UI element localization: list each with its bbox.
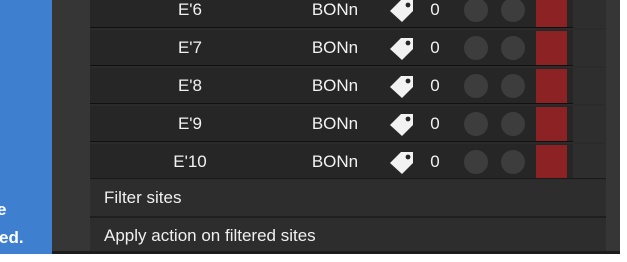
site-count: 0 <box>430 0 440 19</box>
screen: e ed. E'6 BONn 0 E'7 BONn 0 E'8 BONn 0 E… <box>0 0 627 262</box>
site-count: 0 <box>430 114 440 133</box>
table-row[interactable]: E'7 BONn 0 <box>90 30 606 66</box>
blue-panel-text-2: ed. <box>0 228 24 247</box>
site-count: 0 <box>430 38 440 57</box>
red-status-box[interactable] <box>536 31 567 65</box>
row-end-area <box>573 106 606 142</box>
row-end-area <box>573 0 606 28</box>
site-name: E'10 <box>173 152 207 171</box>
site-type: BONn <box>311 38 359 57</box>
table-row[interactable]: E'10 BONn 0 <box>90 144 606 180</box>
filter-sites-menu-item[interactable]: Filter sites <box>90 180 606 216</box>
tag-icon[interactable] <box>388 150 416 174</box>
status-circle-1[interactable] <box>464 150 488 174</box>
red-status-box[interactable] <box>536 69 567 103</box>
site-name: E'8 <box>177 76 203 95</box>
sites-panel: E'6 BONn 0 E'7 BONn 0 E'8 BONn 0 E'9 BON… <box>90 0 606 254</box>
tag-icon[interactable] <box>388 74 416 98</box>
left-gutter <box>52 0 90 254</box>
red-status-box[interactable] <box>536 0 567 27</box>
site-count: 0 <box>430 76 440 95</box>
status-circle-2[interactable] <box>501 150 525 174</box>
row-end-area <box>573 68 606 104</box>
site-name: E'9 <box>177 114 203 133</box>
site-type: BONn <box>311 152 359 171</box>
left-blue-panel: e ed. <box>0 0 52 254</box>
status-circle-2[interactable] <box>501 74 525 98</box>
row-end-area <box>573 144 606 180</box>
blue-panel-text-1: e <box>0 200 7 219</box>
bottom-strip <box>0 254 627 262</box>
site-name: E'7 <box>177 38 203 57</box>
tag-icon[interactable] <box>388 0 416 22</box>
status-circle-1[interactable] <box>464 112 488 136</box>
table-row[interactable]: E'6 BONn 0 <box>90 0 606 28</box>
site-type: BONn <box>311 76 359 95</box>
status-circle-1[interactable] <box>464 74 488 98</box>
status-circle-2[interactable] <box>501 36 525 60</box>
status-circle-2[interactable] <box>501 0 525 22</box>
site-count: 0 <box>430 152 440 171</box>
tag-icon[interactable] <box>388 112 416 136</box>
apply-action-menu-item[interactable]: Apply action on filtered sites <box>90 218 606 254</box>
red-status-box[interactable] <box>536 145 567 179</box>
site-type: BONn <box>311 0 359 19</box>
table-row[interactable]: E'8 BONn 0 <box>90 68 606 104</box>
right-gutter <box>606 0 620 254</box>
status-circle-1[interactable] <box>464 36 488 60</box>
status-circle-2[interactable] <box>501 112 525 136</box>
row-end-area <box>573 30 606 66</box>
table-row[interactable]: E'9 BONn 0 <box>90 106 606 142</box>
site-type: BONn <box>311 114 359 133</box>
site-name: E'6 <box>177 0 203 19</box>
tag-icon[interactable] <box>388 36 416 60</box>
red-status-box[interactable] <box>536 107 567 141</box>
context-menu: Filter sites Apply action on filtered si… <box>90 178 606 254</box>
status-circle-1[interactable] <box>464 0 488 22</box>
